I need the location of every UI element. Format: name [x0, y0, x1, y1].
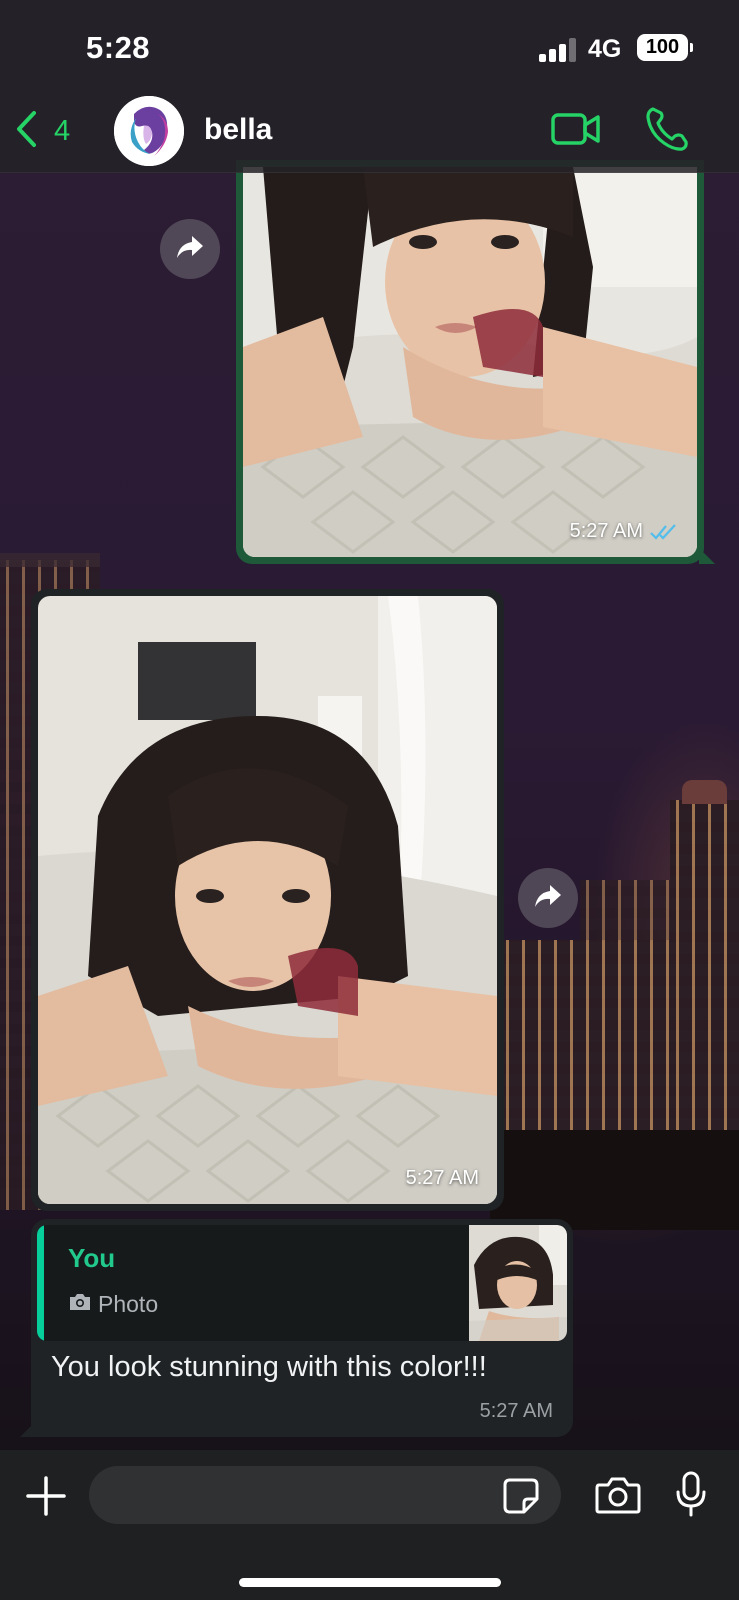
signal-strength-icon	[539, 38, 577, 62]
wallpaper-building	[0, 553, 100, 567]
forward-button[interactable]	[518, 868, 578, 928]
quote-media-label: Photo	[68, 1291, 158, 1318]
unread-count: 4	[54, 114, 71, 147]
camera-icon	[68, 1291, 92, 1318]
plus-icon	[26, 1476, 66, 1520]
avatar[interactable]	[114, 96, 184, 166]
incoming-photo-message[interactable]: 5:27 AM	[31, 589, 504, 1211]
message-meta: 5:27 AM	[406, 1167, 479, 1190]
quote-author: You	[68, 1243, 116, 1273]
incoming-text-message[interactable]: You Photo You look stunning with this co…	[20, 1219, 573, 1437]
home-indicator	[239, 1578, 501, 1587]
voice-message-button[interactable]	[674, 1470, 708, 1518]
battery-tip	[690, 43, 693, 52]
wallpaper-treeline	[490, 1130, 739, 1230]
sticker-button[interactable]	[502, 1477, 540, 1515]
photo[interactable]: 5:27 AM	[243, 167, 697, 557]
wallpaper-building	[682, 780, 727, 804]
battery-level: 100	[645, 36, 680, 58]
camera-icon	[595, 1477, 641, 1520]
phone-icon	[644, 107, 690, 157]
message-text: You look stunning with this color!!!	[51, 1351, 487, 1383]
quote-accent-bar	[37, 1225, 44, 1341]
message-input[interactable]	[89, 1466, 561, 1524]
photo[interactable]: 5:27 AM	[38, 596, 497, 1204]
battery-icon: 100	[637, 34, 688, 61]
quoted-message[interactable]: You Photo	[37, 1225, 567, 1341]
message-time: 5:27 AM	[569, 520, 643, 542]
wallpaper-building	[670, 800, 739, 1140]
network-type: 4G	[588, 35, 622, 63]
video-call-icon	[550, 113, 602, 157]
message-meta: 5:27 AM	[570, 520, 679, 543]
voice-call-button[interactable]	[644, 105, 690, 153]
chevron-left-icon	[14, 109, 40, 154]
status-bar: 5:28 4G 100	[0, 0, 739, 96]
back-button[interactable]: 4	[14, 108, 70, 154]
share-arrow-icon	[175, 234, 205, 265]
contact-name[interactable]: bella	[204, 113, 272, 147]
sticker-icon	[502, 1478, 540, 1519]
quote-media-text: Photo	[98, 1291, 159, 1317]
wallpaper-building	[500, 940, 670, 1140]
attach-button[interactable]	[26, 1476, 66, 1516]
quote-thumbnail	[469, 1225, 567, 1341]
double-check-icon	[649, 523, 679, 541]
camera-button[interactable]	[595, 1474, 641, 1516]
message-time: 5:27 AM	[479, 1400, 553, 1422]
microphone-icon	[674, 1471, 708, 1522]
outgoing-photo-message[interactable]: 5:27 AM	[236, 160, 715, 564]
wallpaper-building	[580, 880, 670, 940]
forward-button[interactable]	[160, 219, 220, 279]
video-call-button[interactable]	[550, 107, 602, 153]
message-time: 5:27 AM	[405, 1167, 479, 1189]
status-time: 5:28	[86, 30, 151, 65]
share-arrow-icon	[533, 883, 563, 914]
